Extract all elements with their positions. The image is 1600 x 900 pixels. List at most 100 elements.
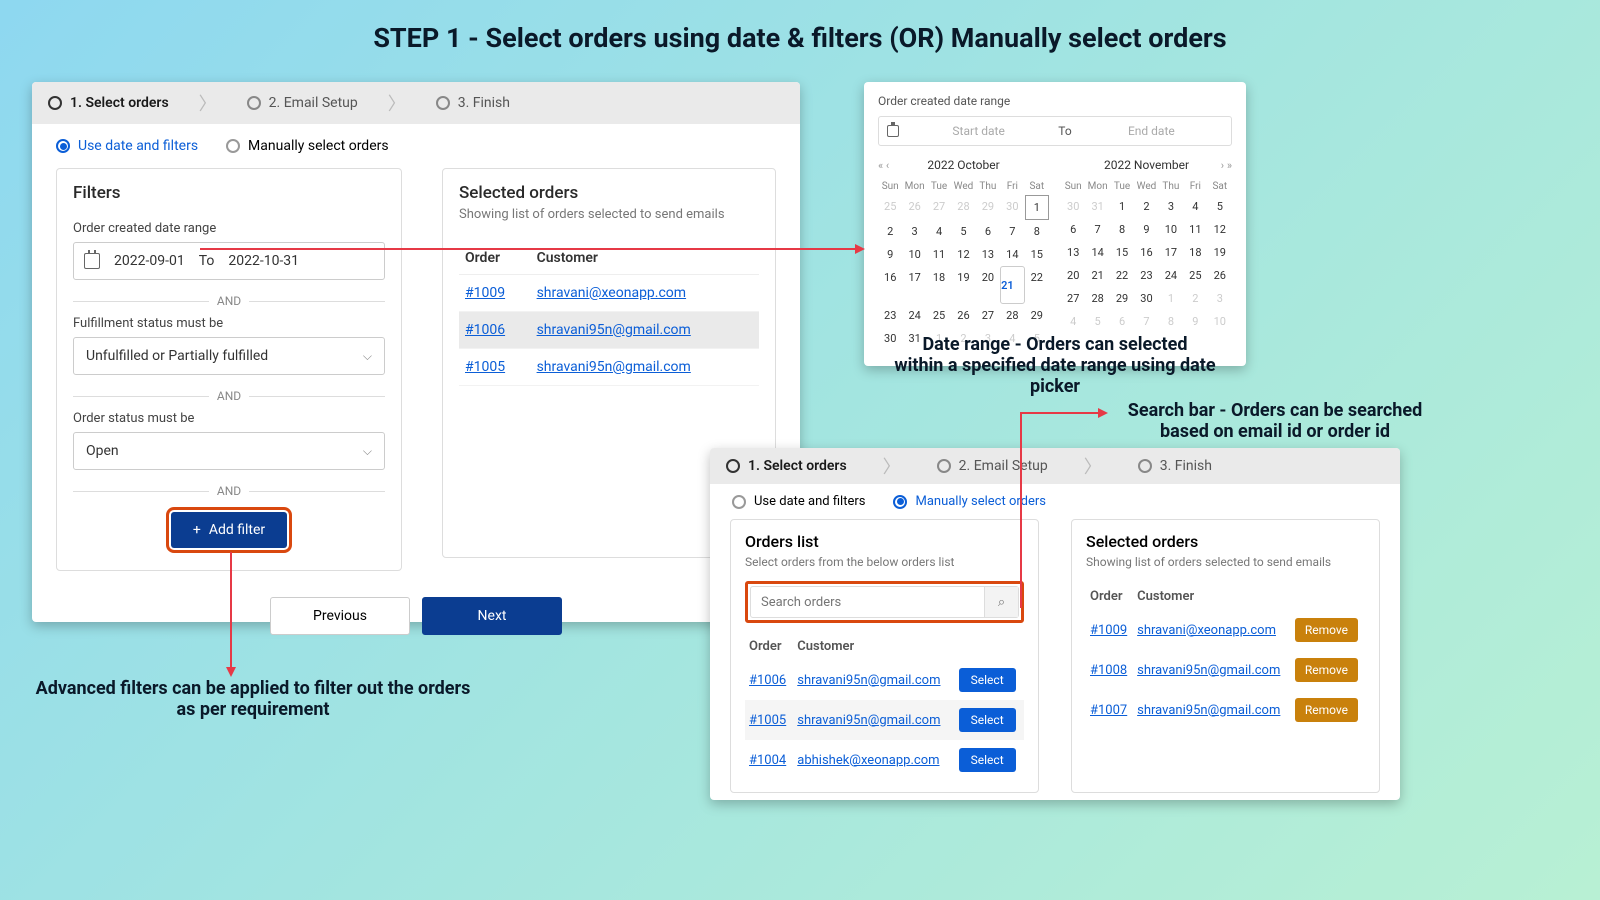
remove-button[interactable]: Remove: [1295, 698, 1358, 722]
customer-link[interactable]: shravani95n@gmail.com: [537, 322, 691, 338]
day-cell[interactable]: 3: [1208, 287, 1232, 310]
day-cell[interactable]: 15: [1110, 241, 1134, 264]
day-cell[interactable]: 27: [927, 195, 951, 220]
select-button[interactable]: Select: [959, 668, 1016, 692]
order-link[interactable]: #1005: [465, 359, 505, 375]
day-cell[interactable]: 10: [1208, 310, 1232, 333]
day-cell[interactable]: 14: [1085, 241, 1109, 264]
day-cell[interactable]: 12: [1208, 218, 1232, 241]
day-cell[interactable]: 26: [1208, 264, 1232, 287]
previous-button[interactable]: Previous: [270, 597, 410, 635]
day-cell[interactable]: 10: [902, 243, 926, 266]
radio-use-filters[interactable]: Use date and filters: [732, 494, 865, 509]
day-cell[interactable]: 25: [927, 304, 951, 327]
order-link[interactable]: #1006: [749, 673, 786, 688]
day-cell[interactable]: 30: [1061, 195, 1085, 218]
day-cell[interactable]: 4: [927, 220, 951, 243]
day-cell[interactable]: 3: [1159, 195, 1183, 218]
day-cell[interactable]: 27: [1061, 287, 1085, 310]
radio-manual[interactable]: Manually select orders: [226, 138, 389, 154]
day-cell[interactable]: 1: [1025, 195, 1049, 220]
search-input[interactable]: [751, 595, 984, 610]
date-picker-input[interactable]: Start date To End date: [878, 116, 1232, 146]
date-range-input[interactable]: 2022-09-01 To 2022-10-31: [73, 242, 385, 280]
day-cell[interactable]: 17: [902, 266, 926, 304]
customer-link[interactable]: abhishek@xeonapp.com: [797, 753, 939, 768]
day-cell[interactable]: 7: [1085, 218, 1109, 241]
day-cell[interactable]: 1: [1159, 287, 1183, 310]
day-cell[interactable]: 15: [1025, 243, 1049, 266]
customer-link[interactable]: shravani95n@gmail.com: [1137, 703, 1280, 718]
day-cell[interactable]: 25: [878, 195, 902, 220]
next-button[interactable]: Next: [422, 597, 562, 635]
day-cell[interactable]: 5: [1085, 310, 1109, 333]
order-link[interactable]: #1009: [465, 285, 505, 301]
day-cell[interactable]: 14: [1000, 243, 1024, 266]
order-link[interactable]: #1007: [1090, 703, 1127, 718]
day-cell[interactable]: 26: [951, 304, 975, 327]
day-cell[interactable]: 31: [1085, 195, 1109, 218]
day-cell[interactable]: 6: [976, 220, 1000, 243]
day-cell[interactable]: 28: [1000, 304, 1024, 327]
day-cell[interactable]: 18: [1183, 241, 1207, 264]
customer-link[interactable]: shravani95n@gmail.com: [797, 713, 940, 728]
day-cell[interactable]: 22: [1110, 264, 1134, 287]
radio-manual[interactable]: Manually select orders: [893, 494, 1046, 509]
day-cell[interactable]: 26: [902, 195, 926, 220]
day-cell[interactable]: 12: [951, 243, 975, 266]
order-link[interactable]: #1004: [749, 753, 786, 768]
radio-use-filters[interactable]: Use date and filters: [56, 138, 198, 154]
prev-month-button[interactable]: « ‹: [878, 159, 889, 172]
day-cell[interactable]: 2: [1183, 287, 1207, 310]
day-cell[interactable]: 27: [976, 304, 1000, 327]
step-2[interactable]: 2. Email Setup: [247, 95, 358, 111]
day-cell[interactable]: 6: [1110, 310, 1134, 333]
day-cell[interactable]: 19: [1208, 241, 1232, 264]
day-cell[interactable]: 24: [902, 304, 926, 327]
step-3[interactable]: 3. Finish: [436, 95, 510, 111]
order-link[interactable]: #1009: [1090, 623, 1127, 638]
order-link[interactable]: #1008: [1090, 663, 1127, 678]
fulfillment-select[interactable]: Unfulfilled or Partially fulfilled⌵: [73, 337, 385, 375]
day-cell[interactable]: 22: [1025, 266, 1049, 304]
day-cell[interactable]: 20: [1061, 264, 1085, 287]
customer-link[interactable]: shravani@xeonapp.com: [1137, 623, 1276, 638]
remove-button[interactable]: Remove: [1295, 658, 1358, 682]
customer-link[interactable]: shravani@xeonapp.com: [537, 285, 687, 301]
day-cell[interactable]: 21: [1000, 266, 1024, 304]
day-cell[interactable]: 19: [951, 266, 975, 304]
day-cell[interactable]: 8: [1110, 218, 1134, 241]
day-cell[interactable]: 1: [1110, 195, 1134, 218]
step-1[interactable]: 1. Select orders: [48, 95, 169, 111]
day-cell[interactable]: 20: [976, 266, 1000, 304]
day-cell[interactable]: 6: [1061, 218, 1085, 241]
day-cell[interactable]: 21: [1085, 264, 1109, 287]
search-button[interactable]: ⌕: [984, 587, 1018, 617]
day-cell[interactable]: 8: [1025, 220, 1049, 243]
order-status-select[interactable]: Open⌵: [73, 432, 385, 470]
day-cell[interactable]: 30: [1134, 287, 1158, 310]
day-cell[interactable]: 29: [976, 195, 1000, 220]
day-cell[interactable]: 3: [902, 220, 926, 243]
day-cell[interactable]: 7: [1134, 310, 1158, 333]
step-3[interactable]: 3. Finish: [1138, 458, 1212, 474]
step-2[interactable]: 2. Email Setup: [937, 458, 1048, 474]
day-cell[interactable]: 9: [1183, 310, 1207, 333]
day-cell[interactable]: 11: [1183, 218, 1207, 241]
day-cell[interactable]: 16: [1134, 241, 1158, 264]
day-cell[interactable]: 13: [976, 243, 1000, 266]
day-cell[interactable]: 30: [1000, 195, 1024, 220]
day-cell[interactable]: 9: [878, 243, 902, 266]
day-cell[interactable]: 4: [1183, 195, 1207, 218]
day-cell[interactable]: 8: [1159, 310, 1183, 333]
day-cell[interactable]: 2: [878, 220, 902, 243]
next-month-button[interactable]: › »: [1221, 159, 1232, 172]
day-cell[interactable]: 24: [1159, 264, 1183, 287]
remove-button[interactable]: Remove: [1295, 618, 1358, 642]
day-cell[interactable]: 29: [1025, 304, 1049, 327]
day-cell[interactable]: 11: [927, 243, 951, 266]
day-cell[interactable]: 2: [1134, 195, 1158, 218]
select-button[interactable]: Select: [959, 748, 1016, 772]
day-cell[interactable]: 5: [951, 220, 975, 243]
customer-link[interactable]: shravani95n@gmail.com: [797, 673, 940, 688]
